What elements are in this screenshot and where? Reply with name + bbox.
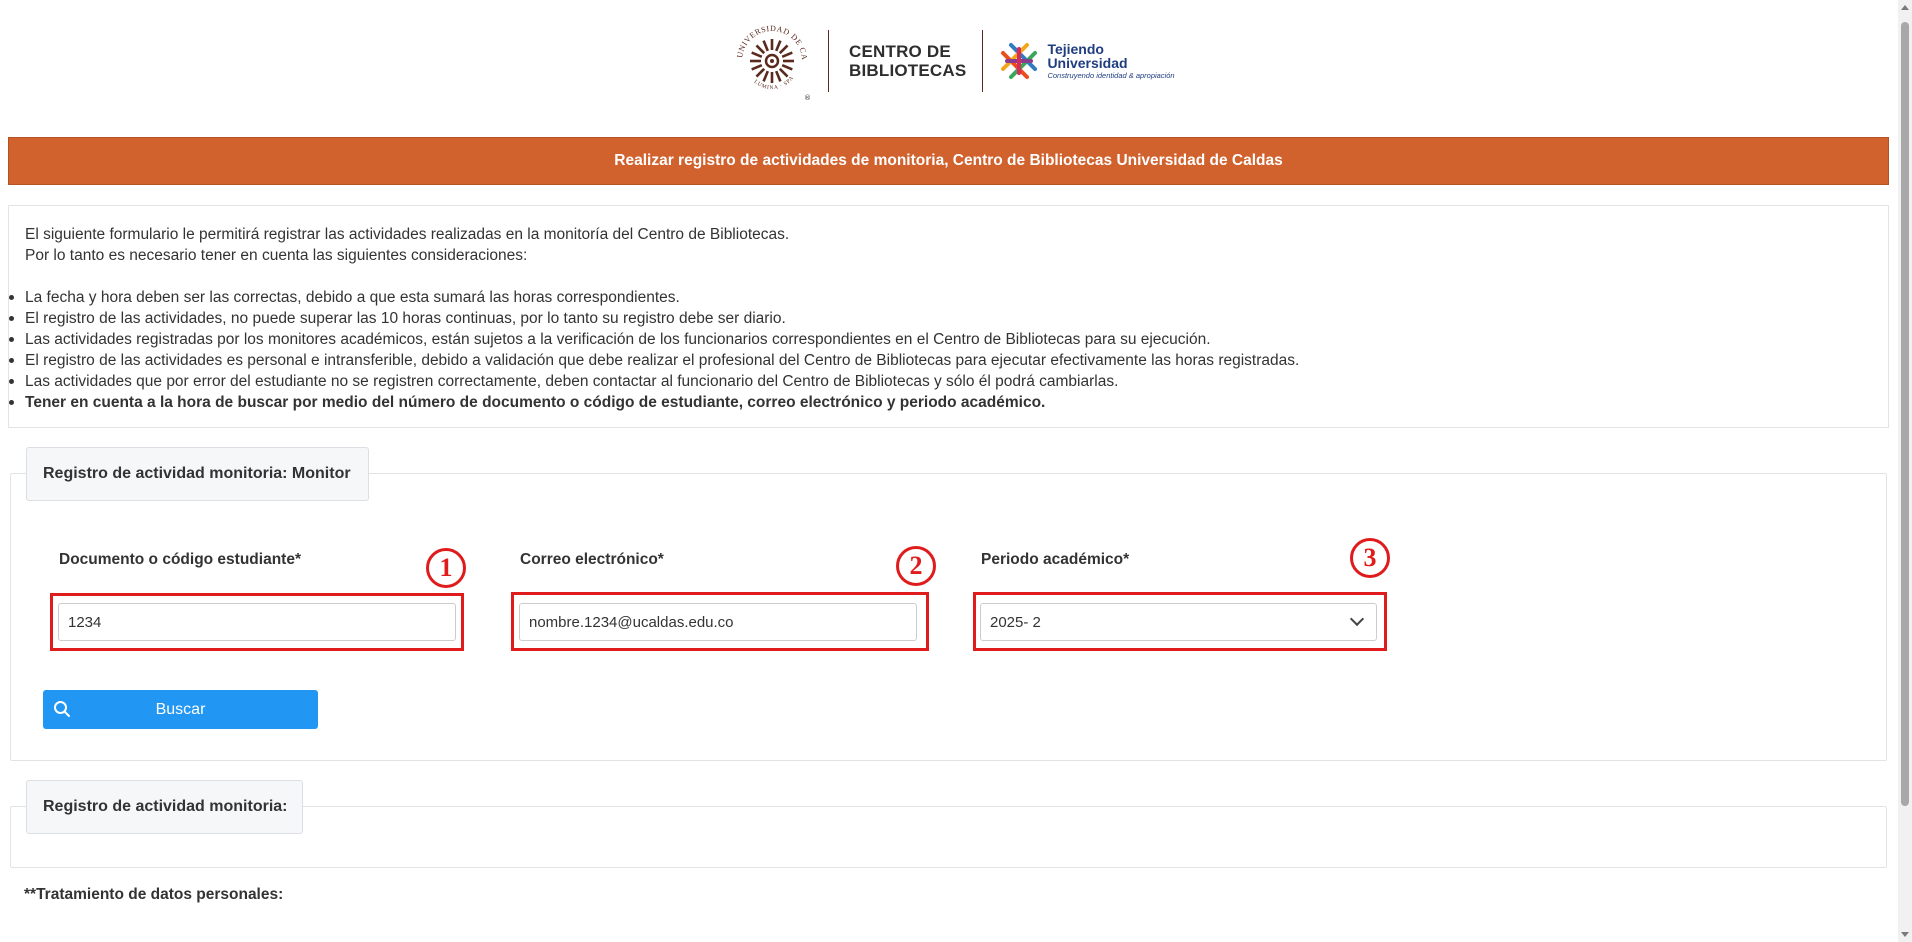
logo-divider <box>982 30 984 92</box>
scroll-up-arrow-icon[interactable] <box>1901 5 1909 10</box>
email-input[interactable]: nombre.1234@ucaldas.edu.co <box>519 603 917 641</box>
page-viewport: UNIVERSIDAD DE CALDAS LUMINA · SPARGO <box>0 0 1898 942</box>
document-input-value: 1234 <box>68 613 102 631</box>
tejiendo-tagline: Construyendo identidad & apropiación <box>1047 70 1175 80</box>
annotation-number-badge: 3 <box>1350 538 1390 578</box>
considerations-list: La fecha y hora deben ser las correctas,… <box>9 287 1872 413</box>
list-item: El registro de las actividades, no puede… <box>9 308 1872 329</box>
tejiendo-line1: Tejiendo <box>1047 40 1104 57</box>
email-label: Correo electrónico* <box>520 551 664 568</box>
activity-section-legend: Registro de actividad monitoria: <box>26 780 303 834</box>
vertical-scrollbar[interactable] <box>1898 0 1912 942</box>
centro-de-bibliotecas-logo: CENTRO DE BIBLIOTECAS <box>849 42 966 80</box>
scroll-down-arrow-icon[interactable] <box>1901 932 1909 937</box>
document-input[interactable]: 1234 <box>58 603 456 641</box>
tejiendo-universidad-logo: Tejiendo Universidad Construyendo identi… <box>999 40 1175 81</box>
intro-line-2: Por lo tanto es necesario tener en cuent… <box>25 247 528 264</box>
list-item: Las actividades registradas por los moni… <box>9 329 1872 350</box>
period-label: Periodo académico* <box>981 551 1130 568</box>
document-label: Documento o código estudiante* <box>59 551 301 568</box>
privacy-heading: **Tratamiento de datos personales: <box>24 886 284 903</box>
woven-knot-icon <box>1001 43 1038 79</box>
list-item: Tener en cuenta a la hora de buscar por … <box>9 392 1872 413</box>
cut-off-text-line <box>24 934 1764 942</box>
search-button[interactable]: Buscar <box>43 690 318 729</box>
annotation-number-badge: 2 <box>896 546 936 586</box>
intro-line-1: El siguiente formulario le permitirá reg… <box>25 226 790 243</box>
period-select-value: 2025- 2 <box>990 613 1041 631</box>
scrollbar-thumb[interactable] <box>1901 22 1909 806</box>
email-input-value: nombre.1234@ucaldas.edu.co <box>529 613 734 631</box>
header-logos: UNIVERSIDAD DE CALDAS LUMINA · SPARGO <box>727 12 1175 104</box>
search-icon <box>54 701 70 717</box>
search-button-label: Buscar <box>155 700 206 718</box>
period-select[interactable]: 2025- 2 <box>980 603 1377 641</box>
list-item: El registro de las actividades es person… <box>9 350 1872 371</box>
svg-text:®: ® <box>804 94 811 102</box>
annotation-number-badge: 1 <box>426 548 466 588</box>
tejiendo-line2: Universidad <box>1047 54 1128 71</box>
universidad-de-caldas-seal-logo: UNIVERSIDAD DE CALDAS LUMINA · SPARGO <box>727 12 814 103</box>
chevron-down-icon <box>1349 611 1365 627</box>
page-title-bar: Realizar registro de actividades de moni… <box>8 137 1889 185</box>
cdb-line2: BIBLIOTECAS <box>849 61 967 80</box>
cdb-line1: CENTRO DE <box>849 42 951 61</box>
monitor-section-legend: Registro de actividad monitoria: Monitor <box>26 447 369 501</box>
logo-divider <box>828 30 829 92</box>
instructions-panel: El siguiente formulario le permitirá reg… <box>8 205 1889 428</box>
list-item: La fecha y hora deben ser las correctas,… <box>9 287 1872 308</box>
list-item: Las actividades que por error del estudi… <box>9 371 1872 392</box>
